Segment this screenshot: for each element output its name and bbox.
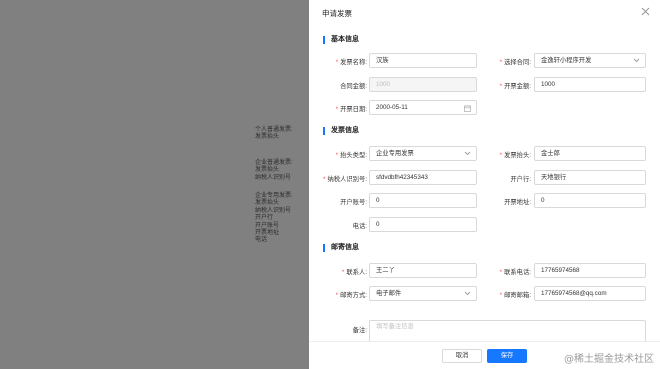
title-type-select[interactable]: 企业专用发票 — [369, 146, 477, 161]
bank-account-input[interactable]: 0 — [369, 193, 477, 208]
title-type-label: * 抬头类型: — [335, 152, 367, 159]
contract-label: * 选择合同: — [499, 59, 531, 66]
invoice-name-input[interactable]: 汉族 — [369, 53, 477, 68]
contract-select[interactable]: 金逸轩小程序开发 — [534, 53, 646, 68]
section-basic-info: 基本信息 — [323, 36, 359, 44]
invoice-address-label: 开票地址: — [504, 199, 531, 206]
bg-note-enterprise-normal: 企业普通发票: 发票抬头 纳税人识别号 — [255, 160, 293, 181]
invoice-amount-label: * 开票金额: — [499, 83, 531, 90]
drawer-title: 申请发票 — [322, 9, 352, 18]
contact-phone-input[interactable]: 17765974568 — [534, 263, 646, 278]
contract-amount-input: 1000 — [369, 77, 477, 92]
invoice-title-label: * 发票抬头: — [499, 152, 531, 159]
mail-method-select[interactable]: 电子邮件 — [369, 286, 477, 301]
invoice-amount-input[interactable]: 1000 — [534, 77, 646, 92]
close-icon[interactable] — [641, 7, 650, 16]
contact-phone-label: * 联系电话: — [499, 269, 531, 276]
tax-id-input[interactable]: sfdvdbfh42345343 — [369, 170, 477, 185]
bg-note-enterprise-special: 企业专用发票: 发票抬头 纳税人识别号 开户行 开户账号 开票地址 电话 — [255, 193, 293, 244]
contact-label: * 联系人: — [341, 269, 367, 276]
remark-label: 备注: — [352, 327, 367, 334]
watermark-text: @稀土掘金技术社区 — [564, 354, 654, 365]
chevron-down-icon — [633, 54, 640, 63]
invoice-address-input[interactable]: 0 — [534, 193, 646, 208]
contact-input[interactable]: 王二丫 — [369, 263, 477, 278]
section-invoice-info: 发票信息 — [323, 127, 359, 135]
phone-label: 电话: — [352, 223, 367, 230]
invoice-date-label: * 开票日期: — [335, 106, 367, 113]
contract-amount-label: 合同金额: — [340, 83, 367, 90]
bank-label: 开户行: — [510, 176, 531, 183]
bg-note-personal: 个人普通发票: 发票抬头 — [255, 127, 293, 141]
cancel-button[interactable]: 取消 — [442, 349, 482, 363]
bank-input[interactable]: 天地银行 — [534, 170, 646, 185]
chevron-down-icon — [464, 147, 471, 156]
save-button[interactable]: 保存 — [487, 349, 527, 363]
tax-id-label: * 纳税人识别号: — [323, 176, 367, 183]
invoice-drawer: 申请发票 基本信息 * 发票名称: 汉族 * 选择合同: 金逸轩小程序开发 合同金额… — [309, 0, 660, 369]
bank-account-label: 开户账号: — [340, 199, 367, 206]
invoice-date-picker[interactable]: 2000-05-11 — [369, 100, 477, 115]
calendar-icon — [464, 101, 471, 112]
phone-input[interactable]: 0 — [369, 217, 477, 232]
invoice-title-input[interactable]: 金士郎 — [534, 146, 646, 161]
invoice-name-label: * 发票名称: — [335, 59, 367, 66]
mail-email-input[interactable]: 17765974568@qq.com — [534, 286, 646, 301]
page-overlay[interactable] — [0, 0, 309, 369]
chevron-down-icon — [464, 287, 471, 296]
mail-email-label: * 邮寄邮箱: — [499, 292, 531, 299]
drawer-header: 申请发票 — [309, 0, 660, 24]
section-mail-info: 邮寄信息 — [323, 244, 359, 252]
mail-method-label: * 邮寄方式: — [335, 292, 367, 299]
